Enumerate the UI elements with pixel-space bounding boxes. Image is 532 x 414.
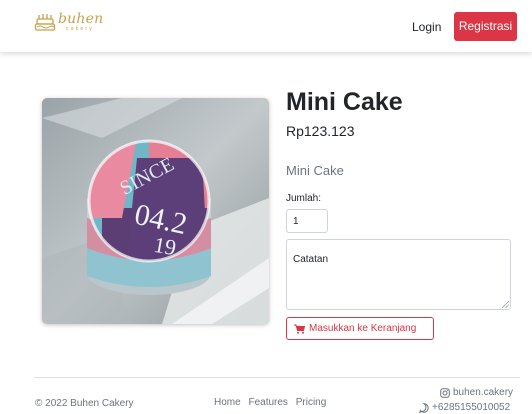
cart-icon [294, 324, 305, 334]
footer-link-features[interactable]: Features [248, 397, 287, 408]
resize-grip-icon[interactable] [502, 301, 509, 308]
footer-link-home[interactable]: Home [214, 397, 241, 408]
instagram-handle: buhen.cakery [453, 387, 514, 398]
copyright-text: © 2022 Buhen Cakery [35, 398, 134, 409]
notes-textarea[interactable] [286, 239, 511, 310]
whatsapp-icon [419, 402, 429, 413]
cake-icon [34, 14, 56, 31]
footer-divider [34, 377, 520, 378]
footer-nav: Home Features Pricing [214, 397, 331, 408]
product-image: SINCE 04.2 19 [42, 98, 269, 324]
add-to-cart-label: Masukkan ke Keranjang [309, 323, 417, 334]
whatsapp-link[interactable]: +6285155010052 [419, 402, 510, 413]
brand-name: buhen [58, 11, 104, 27]
whatsapp-number: +6285155010052 [432, 402, 511, 413]
navbar: buhen cakery Login Registrasi [0, 0, 532, 52]
product-price: Rp123.123 [286, 123, 355, 139]
instagram-icon [440, 387, 450, 398]
brand-logo[interactable]: buhen cakery [34, 12, 103, 32]
login-link[interactable]: Login [412, 20, 441, 34]
quantity-label: Jumlah: [286, 193, 322, 204]
instagram-link[interactable]: buhen.cakery [440, 387, 513, 398]
add-to-cart-button[interactable]: Masukkan ke Keranjang [286, 317, 434, 340]
footer-link-pricing[interactable]: Pricing [296, 397, 327, 408]
product-title: Mini Cake [286, 88, 403, 116]
quantity-input[interactable] [286, 209, 328, 233]
register-button[interactable]: Registrasi [454, 12, 517, 41]
product-description: Mini Cake [286, 163, 344, 178]
image-text-year: 19 [152, 232, 178, 260]
